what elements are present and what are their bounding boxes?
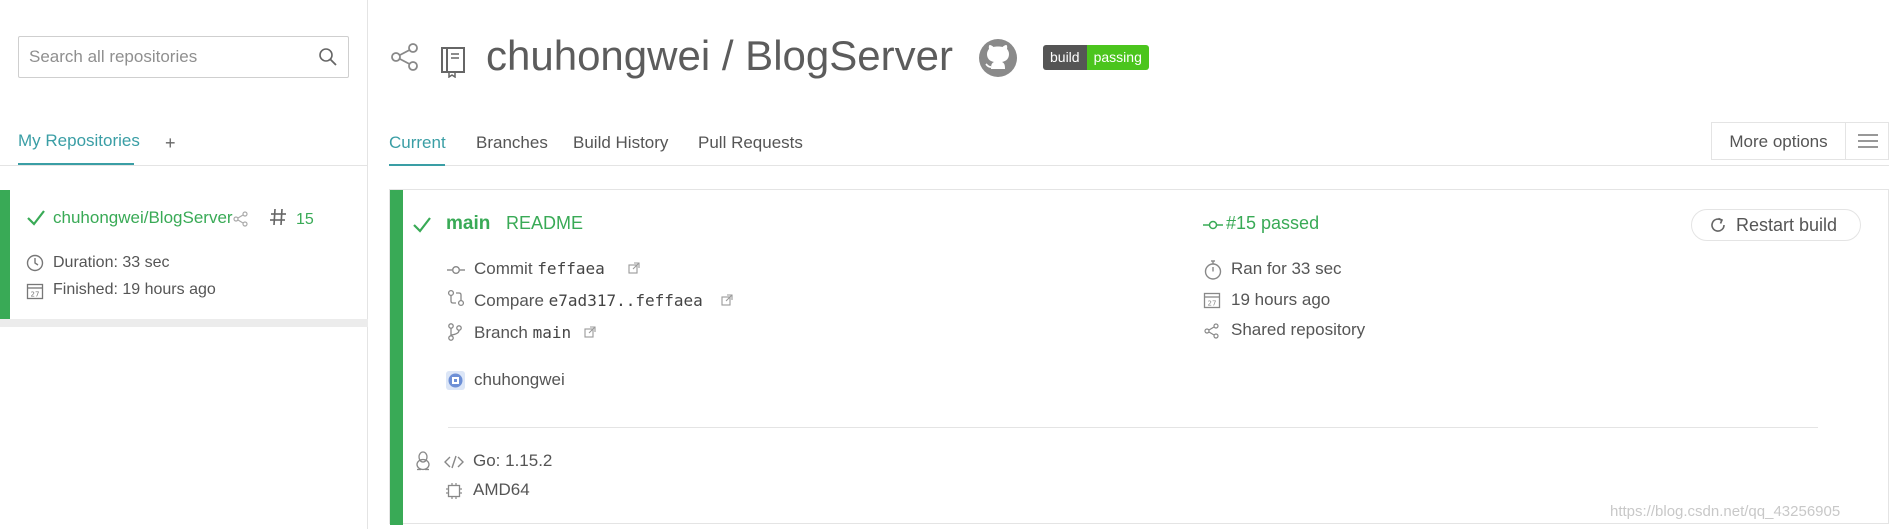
arch-text: AMD64 <box>473 480 530 499</box>
status-bar <box>0 190 10 319</box>
finished-ago-text: 19 hours ago <box>1231 290 1331 309</box>
cpu-icon <box>445 482 463 500</box>
commit-label: Commit <box>474 259 533 278</box>
external-link-icon[interactable] <box>584 326 596 338</box>
search-icon[interactable] <box>318 47 338 67</box>
current-build-card: main README #15 passed Restart build Com… <box>389 189 1889 525</box>
hamburger-menu-icon[interactable] <box>1845 123 1888 159</box>
commit-row[interactable]: Commit feffaea <box>474 259 605 279</box>
avatar <box>446 371 465 390</box>
ran-for-text: Ran for 33 sec <box>1231 259 1342 278</box>
more-options-button[interactable]: More options <box>1711 122 1889 160</box>
svg-text:27: 27 <box>31 291 40 299</box>
author-name: chuhongwei <box>474 370 565 389</box>
repo-name-link[interactable]: chuhongwei/BlogServer <box>53 208 233 228</box>
commit-icon <box>447 265 465 275</box>
tab-branches[interactable]: Branches <box>476 133 548 153</box>
more-options-label[interactable]: More options <box>1712 123 1845 159</box>
search-box[interactable] <box>18 36 349 78</box>
watermark: https://blog.csdn.net/qq_43256905 <box>1610 503 1841 520</box>
share-icon <box>233 211 249 227</box>
stopwatch-icon <box>1203 259 1223 281</box>
code-icon <box>444 455 464 469</box>
shared-repository-text: Shared repository <box>1231 320 1366 339</box>
page-title: chuhongwei / BlogServer <box>486 32 953 79</box>
repo-list-item[interactable]: chuhongwei/BlogServer 15 Duration: 33 se… <box>0 190 368 319</box>
branch-row[interactable]: Branch main <box>474 323 571 343</box>
sidebar-separator <box>0 319 368 327</box>
external-link-icon[interactable] <box>628 262 640 274</box>
calendar-icon: 27 <box>26 282 44 300</box>
sidebar: My Repositories + chuhongwei/BlogServer … <box>0 0 368 529</box>
hash-icon <box>269 207 287 227</box>
repository-icon <box>440 46 466 78</box>
build-status-badge[interactable]: build passing <box>1043 45 1149 70</box>
calendar-icon: 27 <box>1203 291 1221 309</box>
compare-icon <box>447 289 465 307</box>
compare-range-link[interactable]: e7ad317..feffaea <box>549 291 703 310</box>
tab-build-history[interactable]: Build History <box>573 133 668 153</box>
check-icon <box>26 208 46 228</box>
check-icon <box>412 215 432 235</box>
commit-hash-link[interactable]: feffaea <box>537 259 604 278</box>
search-input[interactable] <box>19 37 299 77</box>
branch-icon <box>447 323 463 341</box>
external-link-icon[interactable] <box>721 294 733 306</box>
commit-icon <box>1203 220 1223 230</box>
restart-build-label: Restart build <box>1736 214 1838 235</box>
compare-label: Compare <box>474 291 544 310</box>
branch-label: Branch <box>474 323 528 342</box>
badge-label: build <box>1043 45 1087 70</box>
svg-text:27: 27 <box>1208 300 1217 308</box>
tab-my-repositories[interactable]: My Repositories <box>18 131 140 151</box>
github-icon[interactable] <box>978 38 1018 78</box>
restart-build-button[interactable]: Restart build <box>1691 209 1861 241</box>
clock-icon <box>26 254 44 272</box>
build-status-link[interactable]: #15 passed <box>1226 213 1319 234</box>
share-icon <box>1204 323 1220 339</box>
sidebar-divider <box>0 165 368 166</box>
build-number[interactable]: 15 <box>296 211 314 229</box>
branch-link[interactable]: main <box>533 323 572 342</box>
compare-row[interactable]: Compare e7ad317..feffaea <box>474 291 703 311</box>
share-icon <box>390 42 420 72</box>
active-tab-underline <box>389 164 445 166</box>
finished-text: Finished: 19 hours ago <box>53 281 216 298</box>
tabs-divider <box>389 165 1889 166</box>
add-repository-button[interactable]: + <box>165 133 176 154</box>
tab-pull-requests[interactable]: Pull Requests <box>698 133 803 153</box>
commit-message: README <box>506 213 584 233</box>
go-version-text: Go: 1.15.2 <box>473 451 553 470</box>
restart-icon <box>1708 215 1728 235</box>
badge-status: passing <box>1086 45 1149 70</box>
card-divider <box>448 427 1818 428</box>
status-bar <box>390 190 403 525</box>
tab-current[interactable]: Current <box>389 133 446 153</box>
branch-name[interactable]: main <box>446 213 490 235</box>
duration-text: Duration: 33 sec <box>53 254 170 271</box>
linux-icon <box>415 451 431 471</box>
